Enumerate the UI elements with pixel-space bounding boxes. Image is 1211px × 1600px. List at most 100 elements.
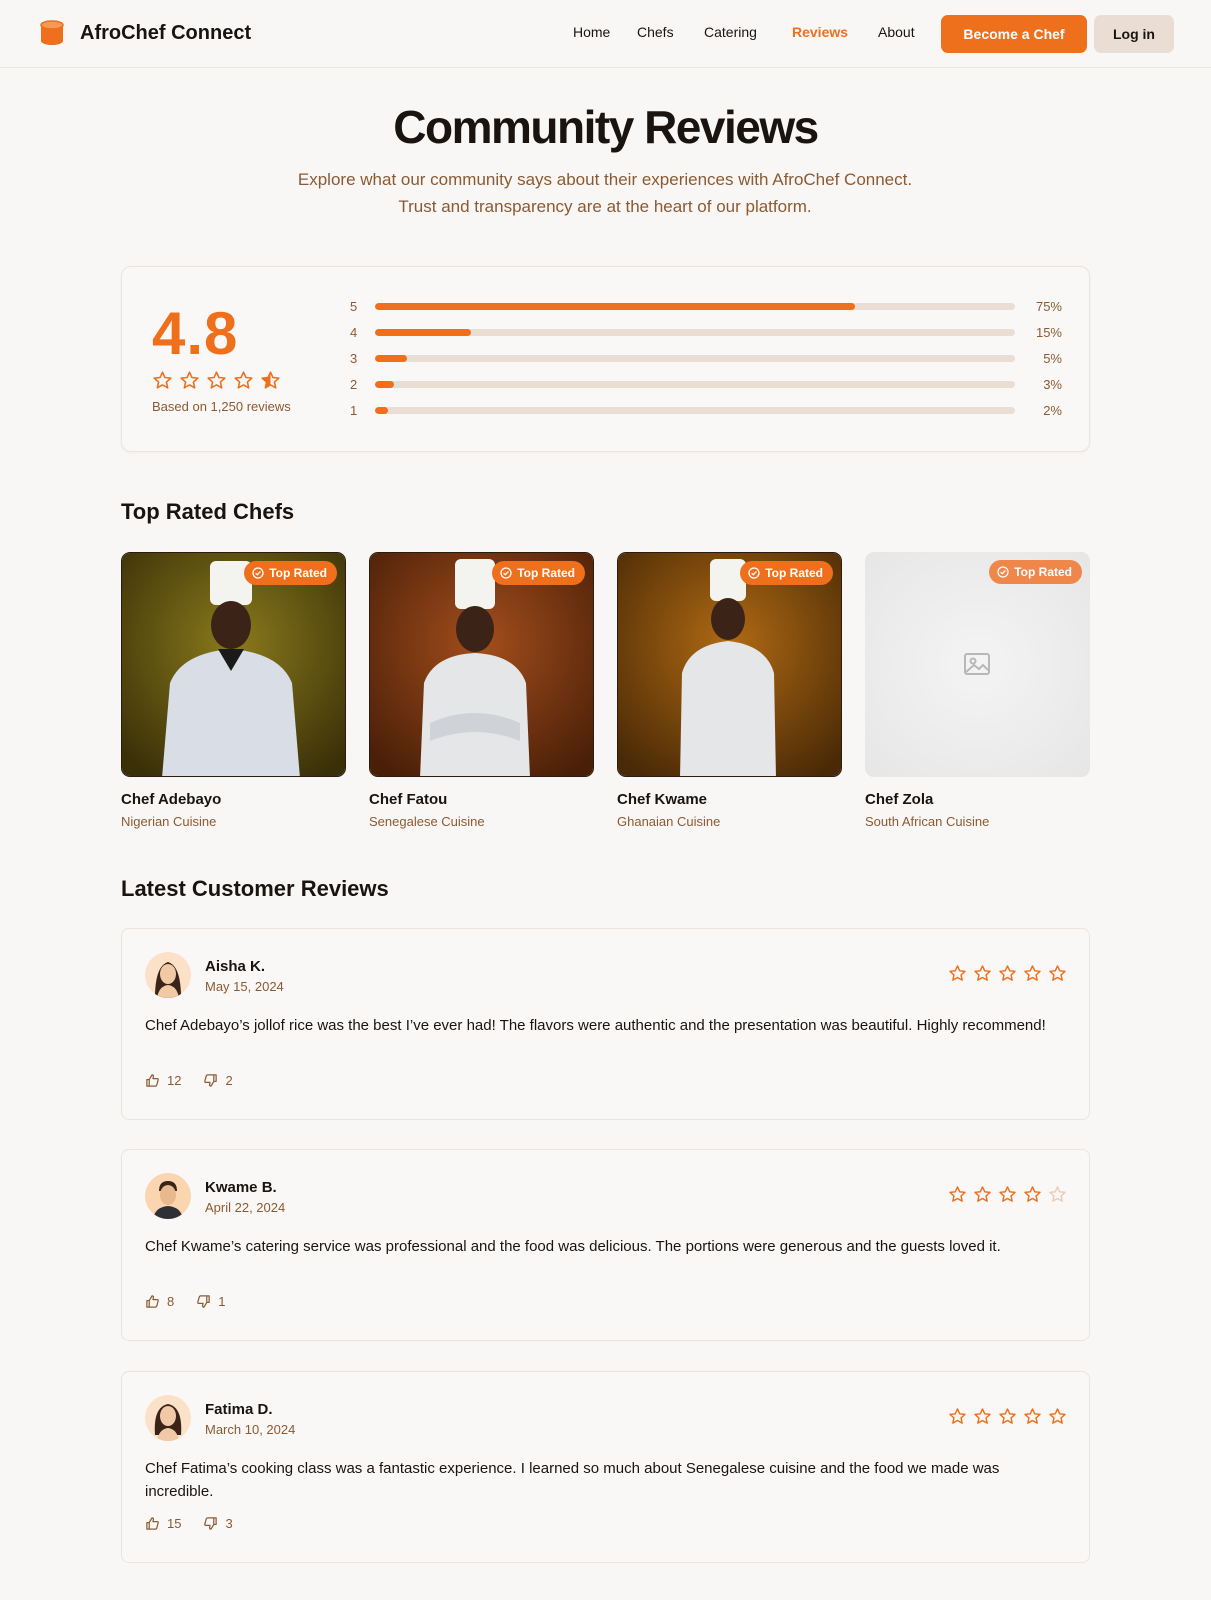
review-card: Fatima D. March 10, 2024 Chef Fatima’s c… <box>121 1371 1090 1563</box>
thumbs-down-icon <box>204 1517 218 1530</box>
chef-name[interactable]: Chef Zola <box>865 791 933 808</box>
check-badge-icon <box>748 567 760 579</box>
page-subtitle-line-2: Trust and transparency are at the heart … <box>398 197 812 216</box>
rating-bar-label: 4 <box>350 325 358 340</box>
review-card: Kwame B. April 22, 2024 Chef Kwame’s cat… <box>121 1149 1090 1341</box>
review-stars <box>948 1407 1067 1426</box>
page-subtitle: Explore what our community says about th… <box>205 166 1005 220</box>
chef-card-zola[interactable]: Top Rated Chef Zola South African Cuisin… <box>865 552 1090 829</box>
top-rated-badge-label: Top Rated <box>269 566 327 580</box>
rating-bar-label: 5 <box>350 299 358 314</box>
top-rated-badge: Top Rated <box>492 561 585 585</box>
chef-card-kwame[interactable]: Top Rated Chef Kwame Ghanaian Cuisine <box>617 552 842 829</box>
latest-reviews-title: Latest Customer Reviews <box>121 876 389 901</box>
nav-catering[interactable]: Catering <box>704 24 757 40</box>
nav-chefs[interactable]: Chefs <box>637 24 674 40</box>
top-rated-badge: Top Rated <box>989 560 1082 584</box>
not-helpful-button[interactable]: 1 <box>196 1294 225 1309</box>
reviewer-avatar-image <box>145 952 191 998</box>
rating-bar-track <box>375 381 1015 388</box>
star-icon <box>949 965 966 981</box>
rating-bar-row: 1 2% <box>350 401 1062 421</box>
top-rated-badge-label: Top Rated <box>1014 565 1072 579</box>
log-in-button[interactable]: Log in <box>1094 15 1174 53</box>
reviewer-avatar-image <box>145 1395 191 1441</box>
star-icon <box>1024 965 1041 981</box>
star-icon <box>974 965 991 981</box>
review-date: March 10, 2024 <box>205 1422 296 1437</box>
avatar <box>145 1395 191 1441</box>
star-icon <box>949 1408 966 1424</box>
review-date: April 22, 2024 <box>205 1200 286 1215</box>
chef-card-adebayo[interactable]: Top Rated Chef Adebayo Nigerian Cuisine <box>121 552 346 829</box>
become-a-chef-button[interactable]: Become a Chef <box>941 15 1087 53</box>
rating-bar-fill <box>375 329 471 336</box>
chef-photo[interactable]: Top Rated <box>121 552 346 777</box>
nav-home[interactable]: Home <box>573 24 610 40</box>
review-stars <box>948 1185 1067 1204</box>
chef-photo[interactable]: Top Rated <box>617 552 842 777</box>
rating-bar-row: 4 15% <box>350 323 1062 343</box>
not-helpful-count: 1 <box>218 1294 226 1309</box>
rating-bar-percent: 75% <box>1035 299 1062 314</box>
not-helpful-button[interactable]: 3 <box>203 1516 233 1531</box>
chef-card-fatou[interactable]: Top Rated Chef Fatou Senegalese Cuisine <box>369 552 594 829</box>
avatar <box>145 1173 191 1219</box>
top-rated-badge-label: Top Rated <box>517 566 575 580</box>
star-icon <box>180 371 199 389</box>
top-rated-badge-label: Top Rated <box>765 566 823 580</box>
star-icon <box>999 965 1016 981</box>
chef-cuisine: Senegalese Cuisine <box>369 814 485 829</box>
star-icon <box>1049 1408 1066 1424</box>
not-helpful-count: 3 <box>225 1516 233 1531</box>
review-actions: 8 1 <box>145 1294 247 1309</box>
chef-name[interactable]: Chef Adebayo <box>121 791 221 808</box>
review-stars <box>948 964 1067 983</box>
star-half-icon <box>261 371 280 389</box>
chef-portrait-image <box>370 553 593 776</box>
chef-photo-placeholder[interactable]: Top Rated <box>865 552 1090 777</box>
star-icon <box>974 1408 991 1424</box>
chef-name[interactable]: Chef Kwame <box>617 791 707 808</box>
star-icon <box>153 371 172 389</box>
star-icon <box>1049 965 1066 981</box>
check-badge-icon <box>252 567 264 579</box>
review-card: Aisha K. May 15, 2024 Chef Adebayo’s jol… <box>121 928 1090 1120</box>
check-badge-icon <box>500 567 512 579</box>
review-date: May 15, 2024 <box>205 979 284 994</box>
nav-about[interactable]: About <box>878 24 915 40</box>
helpful-count: 15 <box>167 1516 182 1531</box>
rating-summary-card: 4.8 Based on 1,250 reviews 5 75% 4 15% 3… <box>121 266 1090 452</box>
review-actions: 15 3 <box>145 1516 255 1531</box>
rating-bar-percent: 2% <box>1043 403 1062 418</box>
review-text: Chef Fatima’s cooking class was a fantas… <box>145 1460 1000 1500</box>
avatar <box>145 952 191 998</box>
image-placeholder-icon <box>964 653 990 675</box>
star-icon <box>234 371 253 389</box>
star-icon <box>999 1186 1016 1202</box>
rating-bar-fill <box>375 407 388 414</box>
rating-bar-fill <box>375 381 395 388</box>
helpful-button[interactable]: 12 <box>145 1073 181 1088</box>
review-actions: 12 2 <box>145 1073 255 1088</box>
average-rating: 4.8 <box>152 300 239 367</box>
chef-name[interactable]: Chef Fatou <box>369 791 447 808</box>
nav-reviews[interactable]: Reviews <box>792 24 848 40</box>
rating-bar-percent: 3% <box>1043 377 1062 392</box>
star-icon <box>974 1186 991 1202</box>
rating-bar-track <box>375 407 1015 414</box>
page-subtitle-line-1: Explore what our community says about th… <box>297 170 913 189</box>
rating-bar-label: 2 <box>350 377 358 392</box>
helpful-button[interactable]: 15 <box>145 1516 181 1531</box>
star-empty-icon <box>1049 1186 1066 1202</box>
chef-photo[interactable]: Top Rated <box>369 552 594 777</box>
helpful-count: 12 <box>167 1073 182 1088</box>
check-badge-icon <box>997 566 1009 578</box>
reviewer-avatar-image <box>145 1173 191 1219</box>
not-helpful-button[interactable]: 2 <box>203 1073 233 1088</box>
thumbs-down-icon <box>204 1074 218 1087</box>
review-text: Chef Adebayo’s jollof rice was the best … <box>145 1017 1046 1034</box>
rating-bar-row: 5 75% <box>350 297 1062 317</box>
rating-bar-fill <box>375 303 855 310</box>
helpful-button[interactable]: 8 <box>145 1294 174 1309</box>
